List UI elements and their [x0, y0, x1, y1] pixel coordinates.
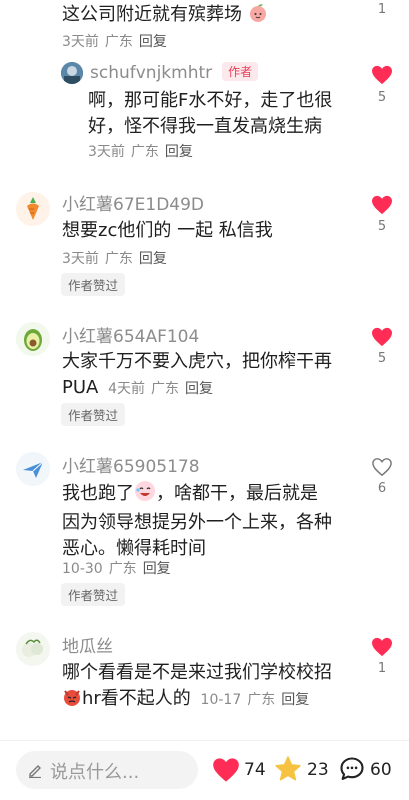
- username-text[interactable]: schufvnjkmhtr: [90, 63, 212, 83]
- comment-username[interactable]: 小红薯67E1D49D: [62, 190, 204, 215]
- heart-icon[interactable]: [371, 195, 393, 215]
- comment-meta: 3天前 广东 回复: [88, 141, 193, 161]
- comment-text-line: 啊，那可能F水不好，走了也很: [88, 90, 333, 111]
- author-liked-badge: 作者赞过: [61, 273, 126, 296]
- reply-button[interactable]: 回复: [185, 381, 213, 397]
- comment-text: 想要zc他们的 一起 私信我: [62, 220, 273, 241]
- avatar[interactable]: [16, 452, 50, 486]
- bottom-action-bar: 说点什么... 74 23 60: [0, 740, 409, 800]
- heart-icon[interactable]: [212, 757, 240, 783]
- like-count: 5: [377, 219, 387, 234]
- comment-text: 大家千万不要入虎穴，把你榨干再 PUA 4天前 广东 回复: [62, 349, 362, 402]
- comment-text-line-with-meta: PUA 4天前 广东 回复: [62, 375, 362, 402]
- avatar[interactable]: [16, 632, 50, 666]
- like-count: 1: [377, 661, 387, 676]
- avatar[interactable]: [61, 62, 83, 84]
- comment-location: 广东: [104, 251, 133, 267]
- star-icon[interactable]: [274, 755, 302, 783]
- favorites-count: 23: [307, 760, 329, 780]
- comment-time: 3天前: [62, 251, 99, 267]
- comment-text: 啊，那可能F水不好，走了也很 好，怪不得我一直发高烧生病: [88, 88, 332, 140]
- comment-text-segment: ，啥都干，最后就是: [156, 483, 318, 504]
- comment-text-content: 这公司附近就有殡葬场: [62, 4, 242, 25]
- comment-meta: 10-17 广东 回复: [201, 692, 310, 708]
- comment-text-line: PUA: [62, 377, 99, 398]
- reply-button[interactable]: 回复: [139, 34, 167, 50]
- like-count: 6: [377, 481, 387, 496]
- peach-emoji-icon: [248, 3, 268, 31]
- comment-text-segment: 我也跑了: [62, 483, 134, 504]
- comment-bubble-icon[interactable]: [338, 755, 366, 783]
- comment-text-line-with-meta: hr看不起人的 10-17 广东 回复: [62, 686, 362, 715]
- comment-time: 10-30: [62, 561, 103, 577]
- comment-text-line: 好，怪不得我一直发高烧生病: [88, 116, 322, 137]
- author-liked-badge: 作者赞过: [61, 403, 126, 426]
- angry-devil-emoji-icon: [62, 687, 82, 715]
- avatar[interactable]: [16, 192, 50, 226]
- comment-username[interactable]: 小红薯654AF104: [62, 322, 199, 347]
- comment-text-line: 因为领导想提另外一个上来，各种: [62, 512, 332, 533]
- like-count: 1: [377, 2, 387, 17]
- comment-time: 10-17: [200, 692, 242, 708]
- comment-time: 4天前: [108, 381, 145, 397]
- comment-username[interactable]: schufvnjkmhtr 作者: [90, 62, 259, 83]
- comment-meta: 3天前 广东 回复: [62, 31, 167, 51]
- comment-location: 广东: [130, 144, 159, 160]
- comment-input[interactable]: 说点什么...: [16, 751, 198, 789]
- reply-button[interactable]: 回复: [165, 144, 193, 160]
- reply-button[interactable]: 回复: [143, 561, 171, 577]
- comment-meta: 10-30 广东 回复: [62, 558, 171, 578]
- heart-icon[interactable]: [371, 327, 393, 347]
- comments-count: 60: [370, 760, 392, 780]
- reply-button[interactable]: 回复: [139, 251, 167, 267]
- author-tag: 作者: [222, 62, 259, 81]
- comment-text-line: 我也跑了 ，啥都干，最后就是: [62, 480, 362, 510]
- comment-text-line: hr看不起人的: [82, 688, 191, 709]
- likes-count: 74: [244, 760, 266, 780]
- comment-meta: 4天前 广东 回复: [108, 381, 213, 397]
- avatar[interactable]: [16, 322, 50, 356]
- comment-text: 哪个看看是不是来过我们学校校招 hr看不起人的 10-17 广东 回复: [62, 660, 362, 715]
- comment-time: 3天前: [62, 34, 99, 50]
- comment-location: 广东: [151, 381, 179, 397]
- heart-outline-icon[interactable]: [371, 457, 393, 477]
- reply-button[interactable]: 回复: [281, 692, 309, 708]
- comment-username[interactable]: 小红薯65905178: [62, 452, 200, 477]
- heart-icon[interactable]: [371, 65, 393, 85]
- comment-location: 广东: [104, 34, 133, 50]
- comment-text-line: 哪个看看是不是来过我们学校校招: [62, 662, 332, 683]
- comment-time: 3天前: [88, 144, 125, 160]
- pencil-icon: [29, 765, 41, 778]
- comment-meta: 3天前 广东 回复: [62, 248, 167, 268]
- comment-location: 广东: [108, 561, 137, 577]
- like-count: 5: [377, 90, 387, 105]
- comment-text: 这公司附近就有殡葬场: [62, 2, 268, 31]
- comment-input-placeholder: 说点什么...: [50, 762, 140, 783]
- like-count: 5: [377, 351, 387, 366]
- laughing-emoji-icon: [134, 480, 156, 510]
- heart-icon[interactable]: [371, 637, 393, 657]
- comment-location: 广东: [247, 692, 276, 708]
- comment-username[interactable]: 地瓜丝: [62, 632, 113, 657]
- comment-text: 我也跑了 ，啥都干，最后就是 因为领导想提另外一个上来，各种 恶心。懒得耗时间: [62, 480, 362, 562]
- comment-text-line: 大家千万不要入虎穴，把你榨干再: [62, 351, 332, 372]
- author-liked-badge: 作者赞过: [61, 583, 126, 606]
